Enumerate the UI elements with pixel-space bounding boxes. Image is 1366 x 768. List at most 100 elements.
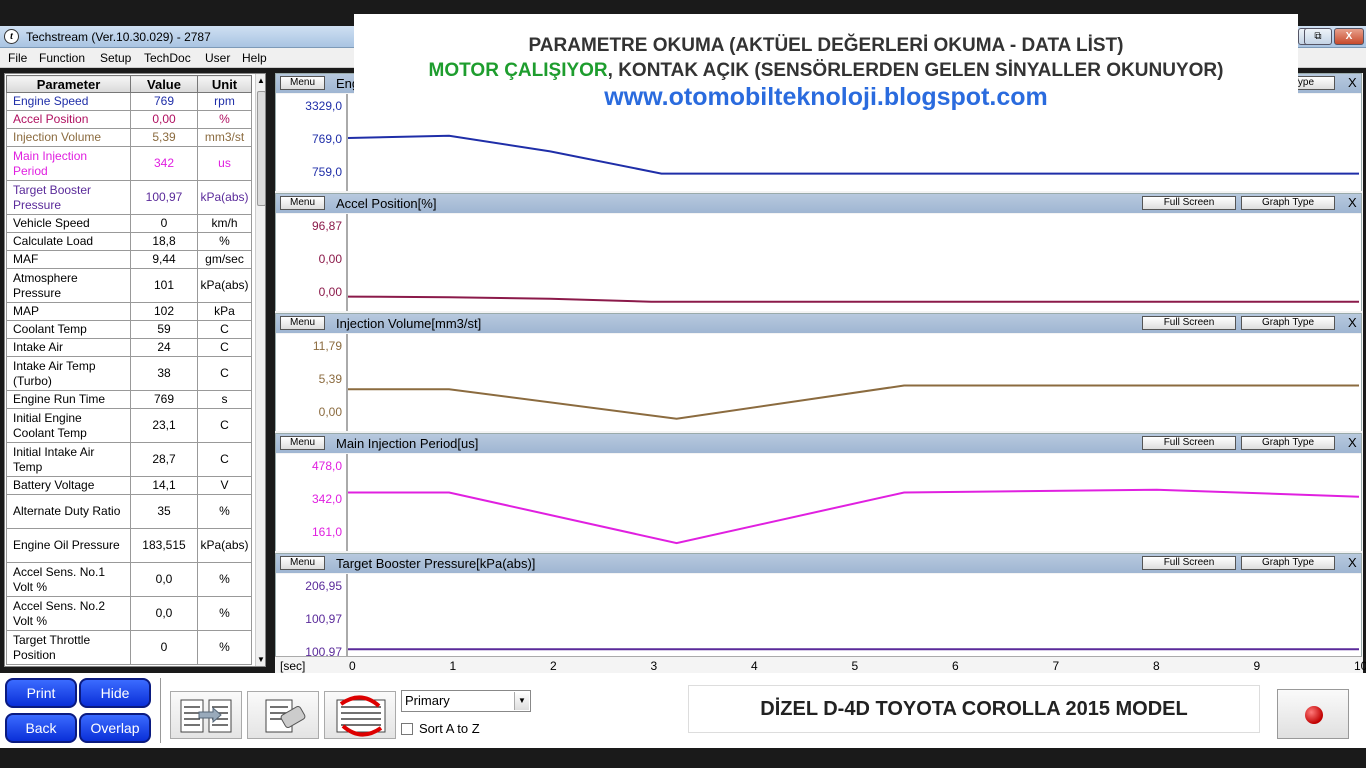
menu-techdoc[interactable]: TechDoc bbox=[144, 51, 191, 65]
parameter-row[interactable]: Target Booster Pressure 100,97 kPa(abs) bbox=[6, 180, 252, 215]
graph-type-button[interactable]: Graph Type bbox=[1241, 316, 1335, 330]
parameter-row[interactable]: Alternate Duty Ratio 35% bbox=[6, 494, 252, 529]
parameter-value: 35 bbox=[130, 494, 198, 529]
column-header-unit[interactable]: Unit bbox=[197, 75, 252, 93]
snapshot-button[interactable] bbox=[247, 691, 319, 739]
menu-user[interactable]: User bbox=[205, 51, 230, 65]
parameter-unit: kPa(abs) bbox=[197, 180, 252, 215]
window-title: Techstream (Ver.10.30.029) - 2787 bbox=[26, 30, 211, 44]
parameter-row[interactable]: Vehicle Speed 0 km/h bbox=[6, 214, 252, 233]
parameter-row[interactable]: Accel Position 0,00% bbox=[6, 110, 252, 129]
parameter-row[interactable]: Coolant Temp 59 C bbox=[6, 320, 252, 339]
time-tick-label: 10 bbox=[1354, 659, 1366, 673]
close-graph-icon[interactable]: X bbox=[1348, 195, 1357, 210]
time-axis: [sec] 0 1 2 3 4 5 6 7 8 9 10 bbox=[275, 656, 1366, 673]
clipboard-snapshot-icon bbox=[265, 699, 306, 733]
y-axis-min-label: 759,0 bbox=[311, 165, 342, 179]
parameter-value: 342 bbox=[130, 146, 198, 181]
banner-url: www.otomobilteknoloji.blogspot.com bbox=[604, 83, 1048, 111]
y-axis-max-label: 96,87 bbox=[311, 219, 342, 233]
parameter-row[interactable]: Engine Speed 769 rpm bbox=[6, 92, 252, 111]
full-screen-button[interactable]: Full Screen bbox=[1142, 436, 1236, 450]
parameter-row[interactable]: Atmosphere Pressure 101 kPa(abs) bbox=[6, 268, 252, 303]
maximize-button[interactable]: ⧉ bbox=[1304, 28, 1332, 45]
print-button[interactable]: Print bbox=[5, 678, 77, 708]
overlap-button[interactable]: Overlap bbox=[79, 713, 151, 743]
parameter-value: 769 bbox=[130, 92, 198, 111]
menu-file[interactable]: File bbox=[8, 51, 27, 65]
sort-a-to-z-checkbox[interactable] bbox=[401, 723, 413, 735]
record-icon bbox=[1305, 706, 1323, 724]
scroll-up-arrow-icon[interactable]: ▲ bbox=[257, 76, 265, 85]
y-axis-current-label: 5,39 bbox=[318, 372, 342, 386]
graph-type-button[interactable]: Graph Type bbox=[1241, 556, 1335, 570]
parameter-unit: % bbox=[197, 562, 252, 597]
parameter-row[interactable]: Main Injection Period 342 us bbox=[6, 146, 252, 181]
parameter-row[interactable]: Injection Volume 5,39 mm3/st bbox=[6, 128, 252, 147]
menu-setup[interactable]: Setup bbox=[100, 51, 131, 65]
parameter-row[interactable]: Engine Run Time 769 s bbox=[6, 390, 252, 409]
select-parameters-button[interactable] bbox=[170, 691, 242, 739]
parameter-row[interactable]: Accel Sens. No.2 Volt % 0,0% bbox=[6, 596, 252, 631]
parameter-row[interactable]: Battery Voltage 14,1 V bbox=[6, 476, 252, 495]
graph-type-button[interactable]: Graph Type bbox=[1241, 436, 1335, 450]
close-graph-icon[interactable]: X bbox=[1348, 435, 1357, 450]
parameter-name: Main Injection Period bbox=[6, 146, 131, 181]
menu-help[interactable]: Help bbox=[242, 51, 267, 65]
column-header-parameter[interactable]: Parameter bbox=[6, 75, 131, 93]
full-screen-button[interactable]: Full Screen bbox=[1142, 316, 1236, 330]
close-window-button[interactable]: X bbox=[1334, 28, 1364, 45]
parameter-value: 101 bbox=[130, 268, 198, 303]
parameter-row[interactable]: Intake Air 24 C bbox=[6, 338, 252, 357]
refresh-list-button[interactable] bbox=[324, 691, 396, 739]
graph-menu-button[interactable]: Menu bbox=[280, 556, 325, 570]
back-button[interactable]: Back bbox=[5, 713, 77, 743]
parameter-table: Parameter Value Unit Engine Speed 769 rpm A… bbox=[6, 75, 252, 665]
parameter-row[interactable]: Target Throttle Position 0% bbox=[6, 630, 252, 665]
close-graph-icon[interactable]: X bbox=[1348, 555, 1357, 570]
full-screen-button[interactable]: Full Screen bbox=[1142, 196, 1236, 210]
parameter-row[interactable]: Initial Intake Air Temp 28,7 C bbox=[6, 442, 252, 477]
parameter-unit: % bbox=[197, 596, 252, 631]
scrollbar-thumb[interactable] bbox=[257, 91, 265, 206]
parameter-unit: kPa bbox=[197, 302, 252, 321]
parameter-row[interactable]: MAP 102 kPa bbox=[6, 302, 252, 321]
graph-menu-button[interactable]: Menu bbox=[280, 76, 325, 90]
time-tick-label: 7 bbox=[1052, 659, 1060, 673]
parameter-scrollbar[interactable]: ▲ ▼ bbox=[255, 74, 265, 666]
record-button[interactable] bbox=[1277, 689, 1349, 739]
graph-group-select-value: Primary bbox=[405, 693, 450, 708]
sort-a-to-z-label: Sort A to Z bbox=[419, 721, 480, 736]
parameter-unit: kPa(abs) bbox=[197, 268, 252, 303]
parameter-value: 0,0 bbox=[130, 562, 198, 597]
parameter-name: Initial Intake Air Temp bbox=[6, 442, 131, 477]
hide-button[interactable]: Hide bbox=[79, 678, 151, 708]
graph-type-button[interactable]: Graph Type bbox=[1241, 196, 1335, 210]
column-header-value[interactable]: Value bbox=[130, 75, 198, 93]
parameter-name: MAF bbox=[6, 250, 131, 269]
graph-group-select[interactable]: Primary ▼ bbox=[401, 690, 531, 712]
menu-function[interactable]: Function bbox=[39, 51, 85, 65]
parameter-name: Vehicle Speed bbox=[6, 214, 131, 233]
scroll-down-arrow-icon[interactable]: ▼ bbox=[257, 655, 265, 664]
parameter-list-panel: Parameter Value Unit Engine Speed 769 rpm A… bbox=[4, 73, 266, 667]
parameter-row[interactable]: MAF 9,44 gm/sec bbox=[6, 250, 252, 269]
full-screen-button[interactable]: Full Screen bbox=[1142, 556, 1236, 570]
parameter-row[interactable]: Initial Engine Coolant Temp 23,1 C bbox=[6, 408, 252, 443]
close-graph-icon[interactable]: X bbox=[1348, 315, 1357, 330]
graph-menu-button[interactable]: Menu bbox=[280, 196, 325, 210]
techstream-logo-icon: t bbox=[4, 29, 19, 44]
parameter-row[interactable]: Accel Sens. No.1 Volt % 0,0% bbox=[6, 562, 252, 597]
parameter-value: 0 bbox=[130, 214, 198, 233]
parameter-name: Injection Volume bbox=[6, 128, 131, 147]
chevron-down-icon[interactable]: ▼ bbox=[514, 692, 529, 710]
parameter-row[interactable]: Intake Air Temp (Turbo) 38 C bbox=[6, 356, 252, 391]
time-tick-label: 6 bbox=[952, 659, 959, 673]
parameter-row[interactable]: Calculate Load 18,8% bbox=[6, 232, 252, 251]
parameter-value: 9,44 bbox=[130, 250, 198, 269]
series-line bbox=[347, 134, 1359, 175]
graph-menu-button[interactable]: Menu bbox=[280, 316, 325, 330]
parameter-row[interactable]: Engine Oil Pressure 183,515 kPa(abs) bbox=[6, 528, 252, 563]
graph-menu-button[interactable]: Menu bbox=[280, 436, 325, 450]
close-graph-icon[interactable]: X bbox=[1348, 75, 1357, 90]
